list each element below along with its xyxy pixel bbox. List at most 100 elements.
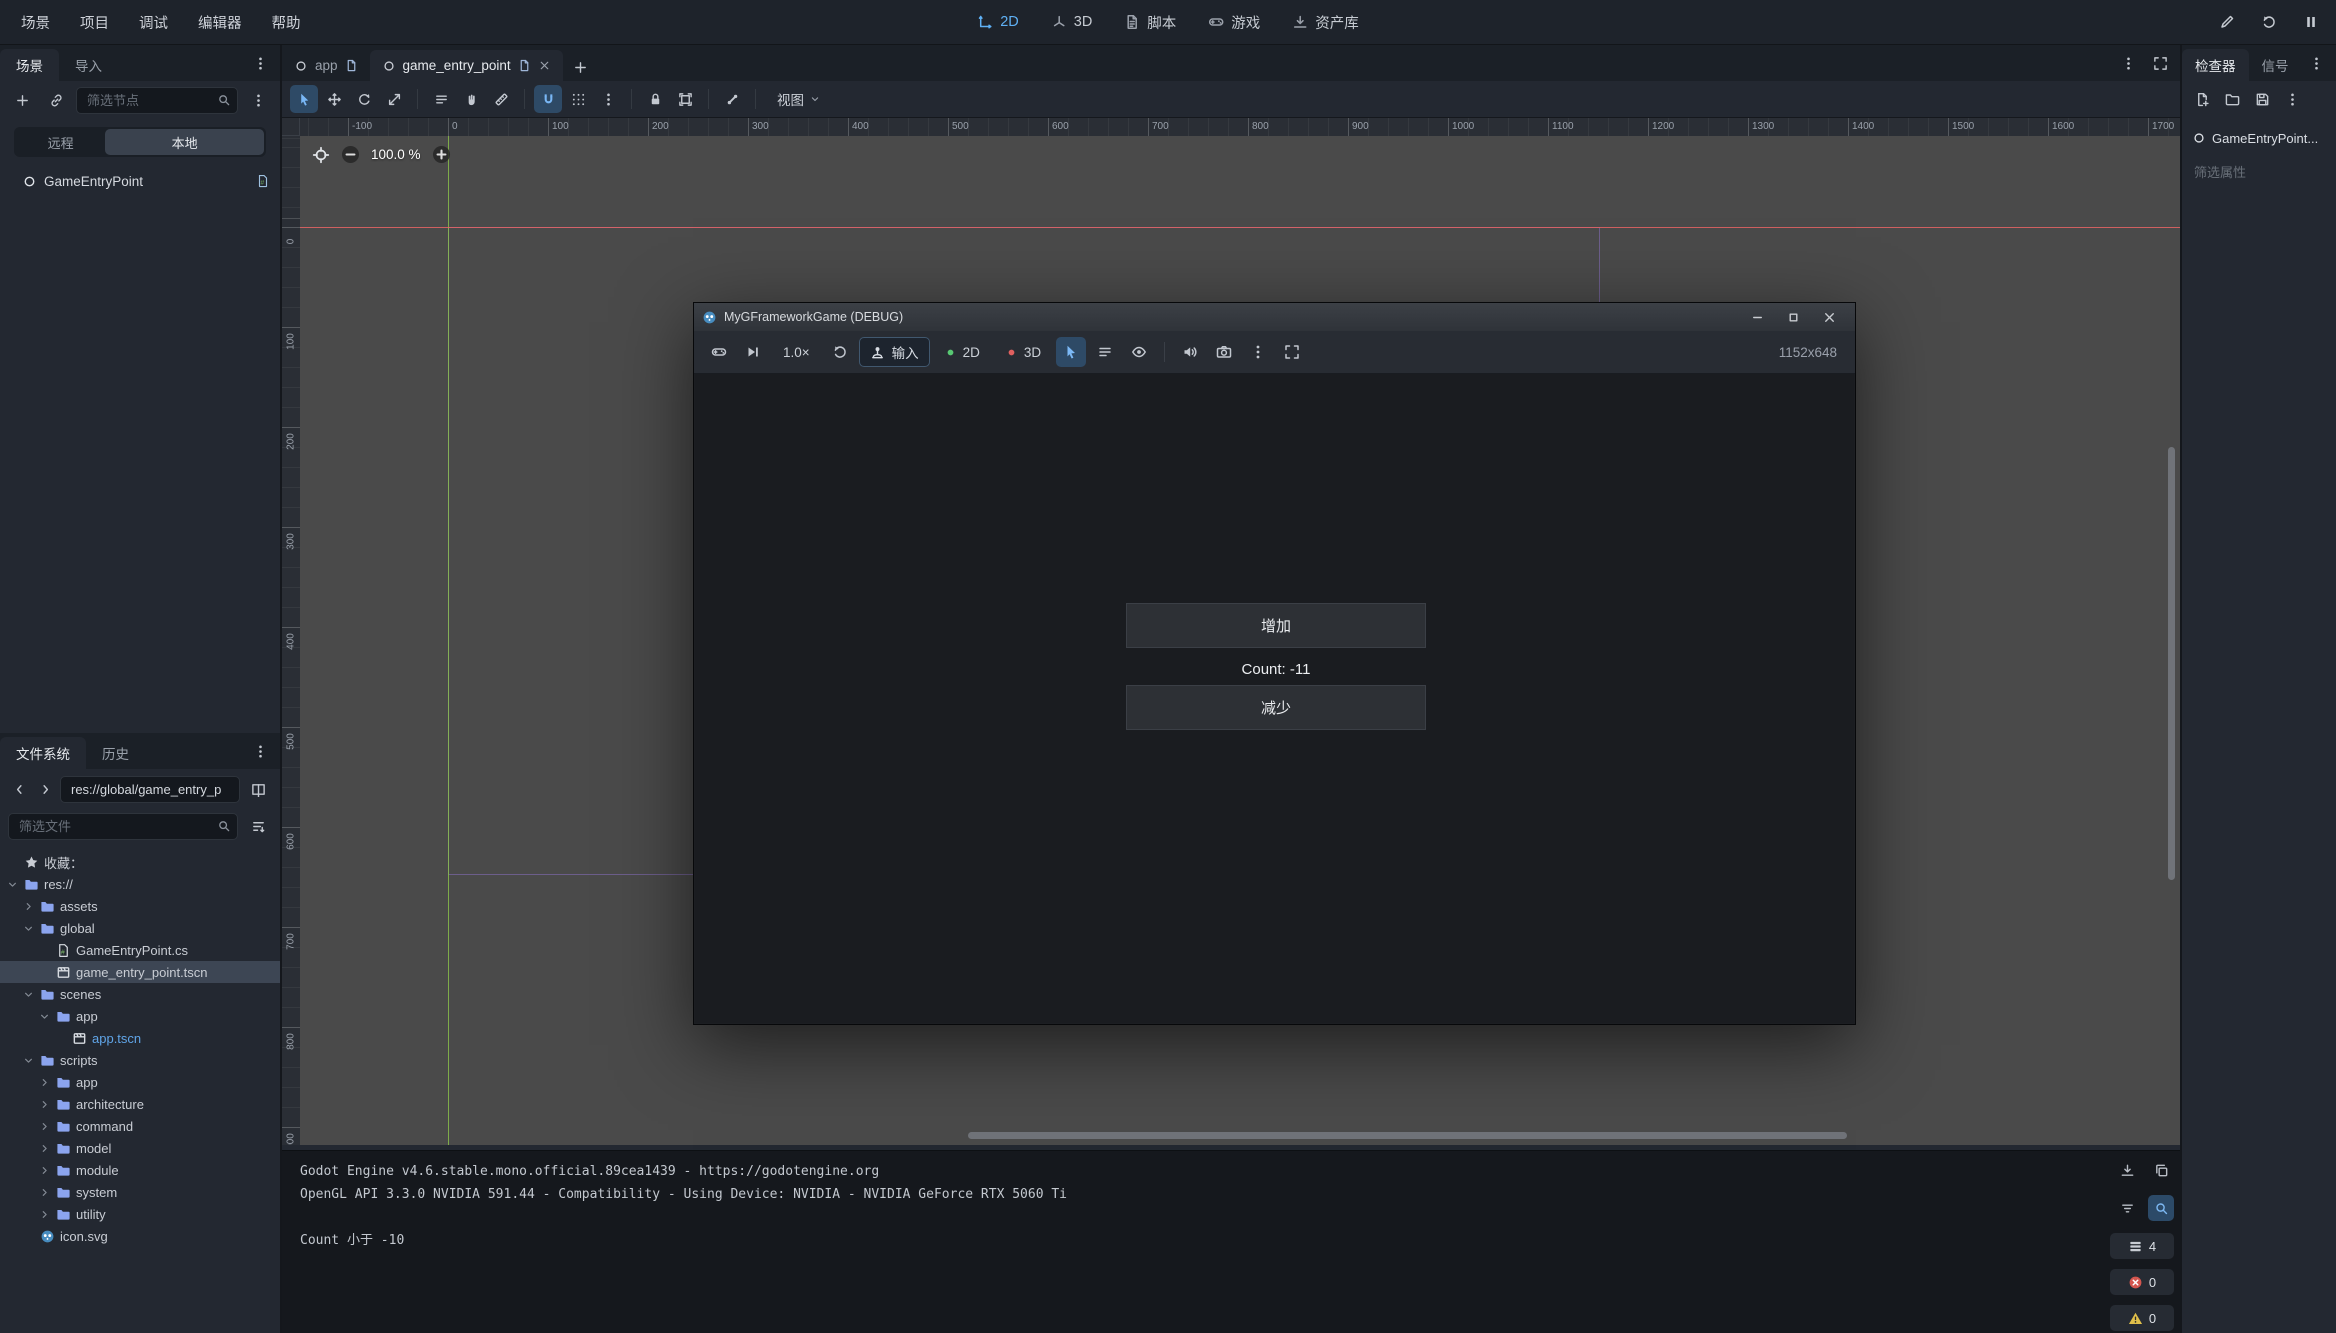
scene-dock-menu-button[interactable] xyxy=(246,49,274,77)
expander-icon[interactable] xyxy=(22,922,35,935)
expander-icon[interactable] xyxy=(22,988,35,1001)
menu-scene[interactable]: 场景 xyxy=(6,0,65,44)
update-spinner-button[interactable] xyxy=(2252,7,2286,37)
screenshot-button[interactable] xyxy=(1209,337,1239,367)
select-list-button[interactable] xyxy=(1090,337,1120,367)
scene-tree-menu-button[interactable] xyxy=(244,86,272,114)
filter-properties-field[interactable]: 筛选属性 xyxy=(2182,157,2336,185)
rotate-tool-button[interactable] xyxy=(350,85,378,113)
decrease-button[interactable]: 减少 xyxy=(1126,685,1426,730)
tab-signals[interactable]: 信号 xyxy=(2249,49,2302,81)
embed-game-button[interactable] xyxy=(704,337,734,367)
new-resource-button[interactable] xyxy=(2188,85,2216,113)
menu-help[interactable]: 帮助 xyxy=(257,0,316,44)
file-tree-item[interactable]: scripts xyxy=(0,1049,280,1071)
game-debug-window[interactable]: MyGFrameworkGame (DEBUG) 1.0× 输入 2D xyxy=(693,302,1856,1025)
inspected-node-row[interactable]: GameEntryPoint... xyxy=(2182,123,2336,153)
inspector-dock-menu-button[interactable] xyxy=(2302,49,2330,77)
file-tree-item[interactable]: model xyxy=(0,1137,280,1159)
zoom-in-button[interactable] xyxy=(431,144,452,165)
menu-editor[interactable]: 编辑器 xyxy=(183,0,257,44)
forward-button[interactable] xyxy=(34,775,56,803)
attached-script-icon[interactable]: # xyxy=(256,174,270,188)
file-tree-item[interactable]: app xyxy=(0,1071,280,1093)
add-node-button[interactable] xyxy=(8,86,36,114)
game-fullscreen-button[interactable] xyxy=(1277,337,1307,367)
expander-icon[interactable] xyxy=(38,1208,51,1221)
reset-speed-button[interactable] xyxy=(825,337,855,367)
warnings-badge[interactable]: 0 xyxy=(2110,1305,2174,1331)
save-resource-button[interactable] xyxy=(2248,85,2276,113)
input-mode-toggle[interactable]: 输入 xyxy=(859,337,930,367)
pan-tool-button[interactable] xyxy=(457,85,485,113)
path-input[interactable] xyxy=(60,776,240,803)
file-tree-item[interactable]: app.tscn xyxy=(0,1027,280,1049)
scene-tree-root-node[interactable]: GameEntryPoint # xyxy=(0,165,280,197)
file-tree-item[interactable]: res:// xyxy=(0,873,280,895)
next-frame-button[interactable] xyxy=(738,337,768,367)
expander-icon[interactable] xyxy=(38,1010,51,1023)
workspace-2d[interactable]: 2D xyxy=(977,14,1019,30)
file-tree-item[interactable]: 收藏： xyxy=(0,851,280,873)
copy-log-button[interactable] xyxy=(2148,1157,2174,1183)
split-view-button[interactable] xyxy=(244,775,272,803)
menu-debug[interactable]: 调试 xyxy=(124,0,183,44)
expander-icon[interactable] xyxy=(38,1098,51,1111)
game-extra-menu-button[interactable] xyxy=(1243,337,1273,367)
expander-icon[interactable] xyxy=(22,1054,35,1067)
skeleton-options-button[interactable] xyxy=(718,85,746,113)
workspace-game[interactable]: 游戏 xyxy=(1208,12,1260,33)
file-tree-item[interactable]: module xyxy=(0,1159,280,1181)
group-object-button[interactable] xyxy=(671,85,699,113)
file-tree-item[interactable]: app xyxy=(0,1005,280,1027)
file-tree-item[interactable]: #GameEntryPoint.cs xyxy=(0,939,280,961)
distraction-free-button[interactable] xyxy=(2146,49,2174,77)
view-menu[interactable]: 视图 xyxy=(777,89,821,109)
expander-icon[interactable] xyxy=(38,1164,51,1177)
close-button[interactable] xyxy=(1811,303,1847,331)
save-log-button[interactable] xyxy=(2114,1157,2140,1183)
menu-project[interactable]: 项目 xyxy=(65,0,124,44)
workspace-assetlib[interactable]: 资产库 xyxy=(1292,12,1359,33)
file-tree-item[interactable]: architecture xyxy=(0,1093,280,1115)
minimize-button[interactable] xyxy=(1739,303,1775,331)
grid-snap-button[interactable] xyxy=(564,85,592,113)
increase-button[interactable]: 增加 xyxy=(1126,603,1426,648)
file-tree-item[interactable]: scenes xyxy=(0,983,280,1005)
editor-tool-button[interactable] xyxy=(2210,7,2244,37)
scene-tabs-menu-button[interactable] xyxy=(2114,49,2142,77)
file-tree-item[interactable]: icon.svg xyxy=(0,1225,280,1247)
game-window-titlebar[interactable]: MyGFrameworkGame (DEBUG) xyxy=(694,303,1855,331)
file-tree-item[interactable]: game_entry_point.tscn xyxy=(0,961,280,983)
remote-tab[interactable]: 远程 xyxy=(16,129,105,155)
list-select-tool-button[interactable] xyxy=(427,85,455,113)
scene-tab-app[interactable]: app xyxy=(282,50,370,81)
file-tree-item[interactable]: assets xyxy=(0,895,280,917)
tab-filesystem[interactable]: 文件系统 xyxy=(0,737,86,769)
inspector-extra-menu-button[interactable] xyxy=(2278,85,2306,113)
ruler-tool-button[interactable] xyxy=(487,85,515,113)
camera-override-2d[interactable]: 2D xyxy=(934,337,991,367)
expander-icon[interactable] xyxy=(38,1076,51,1089)
load-resource-button[interactable] xyxy=(2218,85,2246,113)
zoom-level[interactable]: 100.0 % xyxy=(371,147,421,162)
local-tab[interactable]: 本地 xyxy=(105,129,264,155)
speed-selector[interactable]: 1.0× xyxy=(772,337,821,367)
smart-snap-button[interactable] xyxy=(534,85,562,113)
maximize-button[interactable] xyxy=(1775,303,1811,331)
center-view-icon[interactable] xyxy=(312,146,330,164)
new-scene-tab-button[interactable] xyxy=(567,53,595,81)
search-log-button[interactable] xyxy=(2148,1195,2174,1221)
stack-frames-badge[interactable]: 4 xyxy=(2110,1233,2174,1259)
filter-files-input[interactable] xyxy=(8,813,238,840)
expander-icon[interactable] xyxy=(38,1186,51,1199)
tab-import[interactable]: 导入 xyxy=(59,49,118,81)
select-tool-button[interactable] xyxy=(290,85,318,113)
filter-log-button[interactable] xyxy=(2114,1195,2140,1221)
debug-select-button[interactable] xyxy=(1056,337,1086,367)
expander-icon[interactable] xyxy=(38,1142,51,1155)
tab-history[interactable]: 历史 xyxy=(86,737,145,769)
zoom-out-button[interactable] xyxy=(340,144,361,165)
camera-override-3d[interactable]: 3D xyxy=(995,337,1052,367)
lock-object-button[interactable] xyxy=(641,85,669,113)
